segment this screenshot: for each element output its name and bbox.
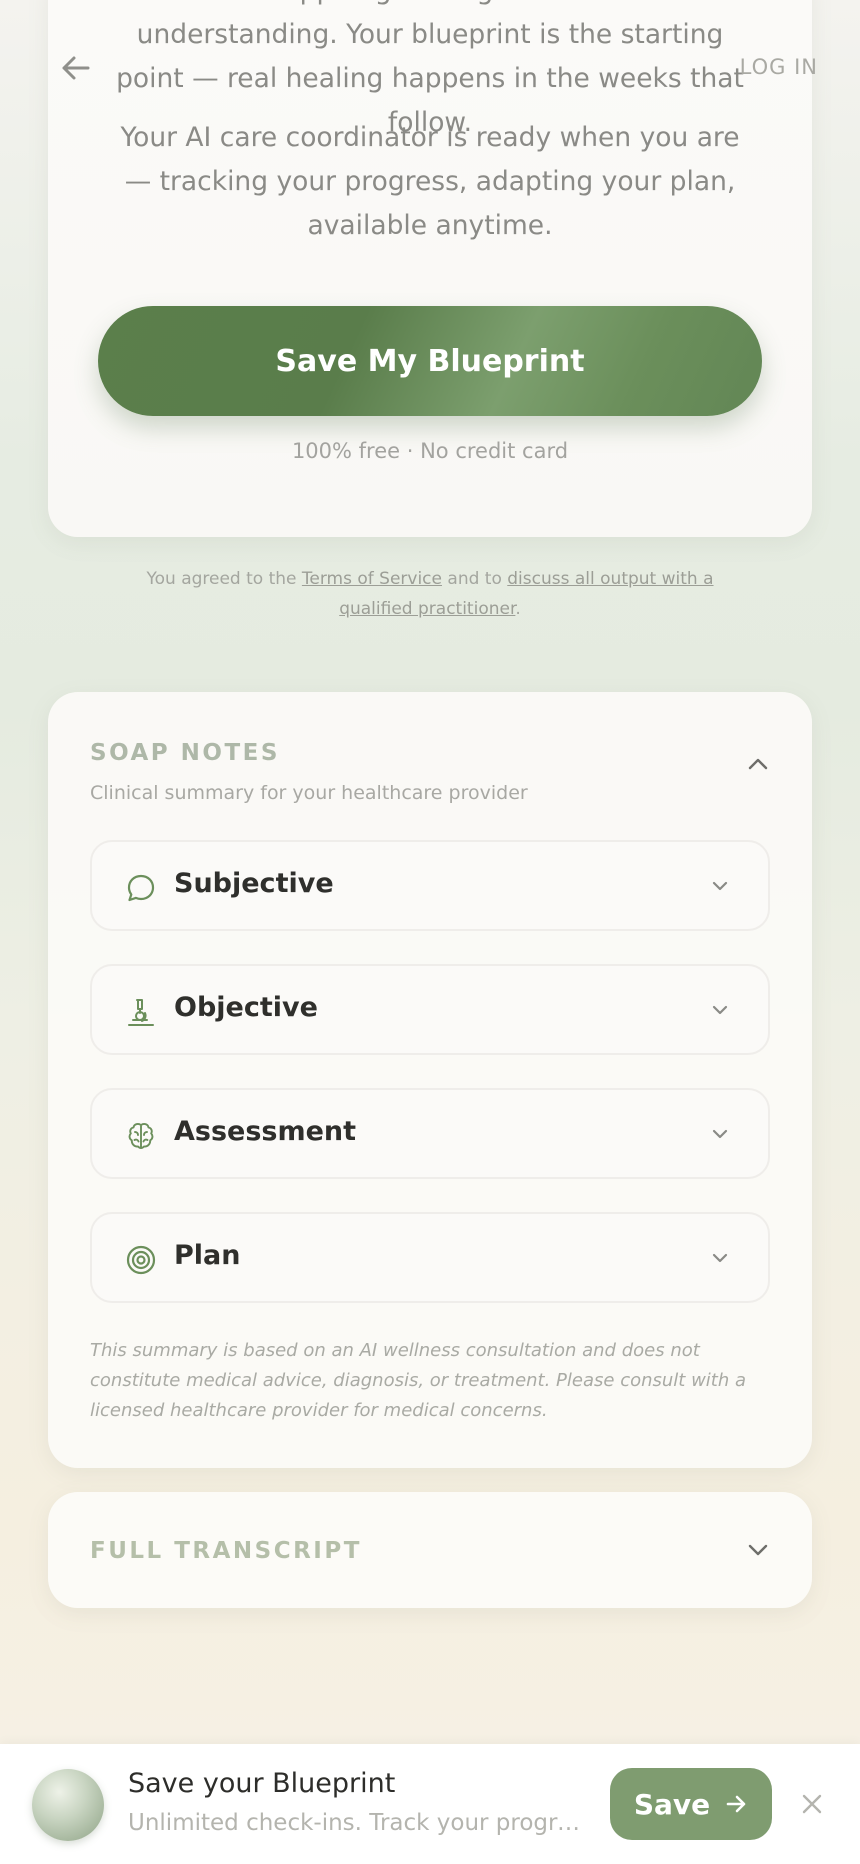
hero-paragraph-coordinator: Your AI care coordinator is ready when y… — [120, 122, 740, 241]
save-my-blueprint-button[interactable]: Save My Blueprint — [98, 306, 762, 416]
chevron-down-icon — [712, 1005, 728, 1015]
banner-save-label: Save — [633, 1787, 711, 1821]
banner-save-button[interactable]: Save — [610, 1768, 772, 1840]
soap-notes-card: SOAP NOTES Clinical summary for your hea… — [48, 692, 812, 1468]
chevron-down-icon — [712, 1129, 728, 1139]
target-icon — [126, 1245, 156, 1275]
back-arrow-icon[interactable] — [58, 50, 94, 86]
coordinator-orb-avatar — [32, 1769, 104, 1841]
login-link[interactable]: LOG IN — [740, 55, 818, 79]
blueprint-hero-card: You stopped guessing and started underst… — [48, 0, 812, 537]
legal-suffix: . — [515, 599, 521, 619]
full-transcript-title: FULL TRANSCRIPT — [90, 1538, 362, 1564]
soap-section-label: Subjective — [174, 868, 334, 899]
full-transcript-card[interactable]: FULL TRANSCRIPT — [48, 1492, 812, 1608]
banner-subtitle: Unlimited check-ins. Track your progress… — [128, 1810, 588, 1836]
medical-disclaimer: This summary is based on an AI wellness … — [90, 1340, 747, 1421]
soap-section-label: Assessment — [174, 1116, 357, 1147]
soap-section-label: Plan — [174, 1240, 241, 1271]
soap-section-label: Objective — [174, 992, 318, 1023]
soap-section-assessment[interactable]: Assessment — [90, 1088, 770, 1179]
legal-middle: and to — [447, 569, 502, 589]
legal-prefix: You agreed to the — [146, 569, 297, 589]
banner-title: Save your Blueprint — [128, 1768, 396, 1799]
soap-notes-title: SOAP NOTES — [90, 740, 280, 766]
chat-bubble-icon — [127, 874, 155, 902]
save-blueprint-banner: Save your Blueprint Unlimited check-ins.… — [0, 1744, 860, 1864]
brain-icon — [128, 1123, 154, 1149]
soap-section-plan[interactable]: Plan — [90, 1212, 770, 1303]
soap-section-subjective[interactable]: Subjective — [90, 840, 770, 931]
chevron-up-icon[interactable] — [744, 750, 772, 778]
terms-of-service-link[interactable]: Terms of Service — [302, 569, 442, 589]
cta-free-note: 100% free · No credit card — [291, 439, 569, 463]
arrow-right-icon — [726, 1795, 746, 1813]
soap-section-objective[interactable]: Objective — [90, 964, 770, 1055]
microscope-icon — [128, 999, 154, 1026]
close-icon[interactable] — [800, 1792, 824, 1816]
chevron-down-icon — [712, 881, 728, 891]
chevron-down-icon — [748, 1544, 768, 1556]
soap-notes-subtitle: Clinical summary for your healthcare pro… — [90, 782, 528, 804]
chevron-down-icon — [712, 1253, 728, 1263]
legal-agreement: You agreed to the Terms of Service and t… — [110, 564, 750, 624]
